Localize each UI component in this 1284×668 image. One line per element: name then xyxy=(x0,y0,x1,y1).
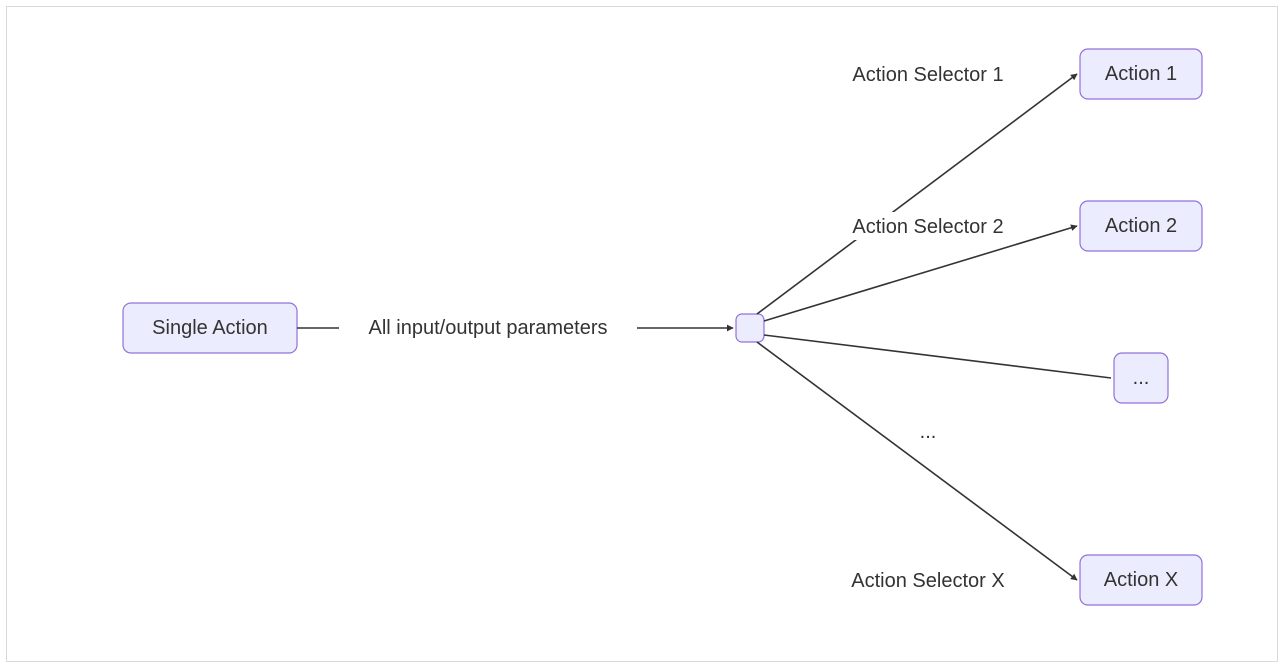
node-action-x-label: Action X xyxy=(1104,569,1178,591)
node-action-2: Action 2 xyxy=(1080,201,1202,251)
node-action-1: Action 1 xyxy=(1080,49,1202,99)
node-ellipsis: ... xyxy=(1114,353,1168,403)
node-action-2-label: Action 2 xyxy=(1105,215,1177,237)
node-hub xyxy=(736,314,764,342)
edge-input-output-label: All input/output parameters xyxy=(368,317,607,339)
node-single-action: Single Action xyxy=(123,303,297,353)
node-action-1-label: Action 1 xyxy=(1105,63,1177,85)
edge-selector-x: Action Selector X xyxy=(757,342,1077,594)
edge-selector-1: Action Selector 1 xyxy=(757,60,1077,314)
diagram-frame: Single Action All input/output parameter… xyxy=(6,6,1278,662)
edge-selector-ellipsis: ... xyxy=(764,335,1111,445)
node-single-action-label: Single Action xyxy=(152,317,268,339)
edge-selector-x-label: Action Selector X xyxy=(851,570,1004,592)
diagram-svg: Single Action All input/output parameter… xyxy=(7,7,1277,661)
edge-selector-ellipsis-label: ... xyxy=(920,421,937,443)
edge-selector-1-label: Action Selector 1 xyxy=(852,64,1003,86)
edge-input-output: All input/output parameters xyxy=(297,314,733,340)
edge-selector-2: Action Selector 2 xyxy=(764,212,1077,321)
node-action-x: Action X xyxy=(1080,555,1202,605)
edge-selector-2-label: Action Selector 2 xyxy=(852,216,1003,238)
node-ellipsis-label: ... xyxy=(1133,367,1150,389)
